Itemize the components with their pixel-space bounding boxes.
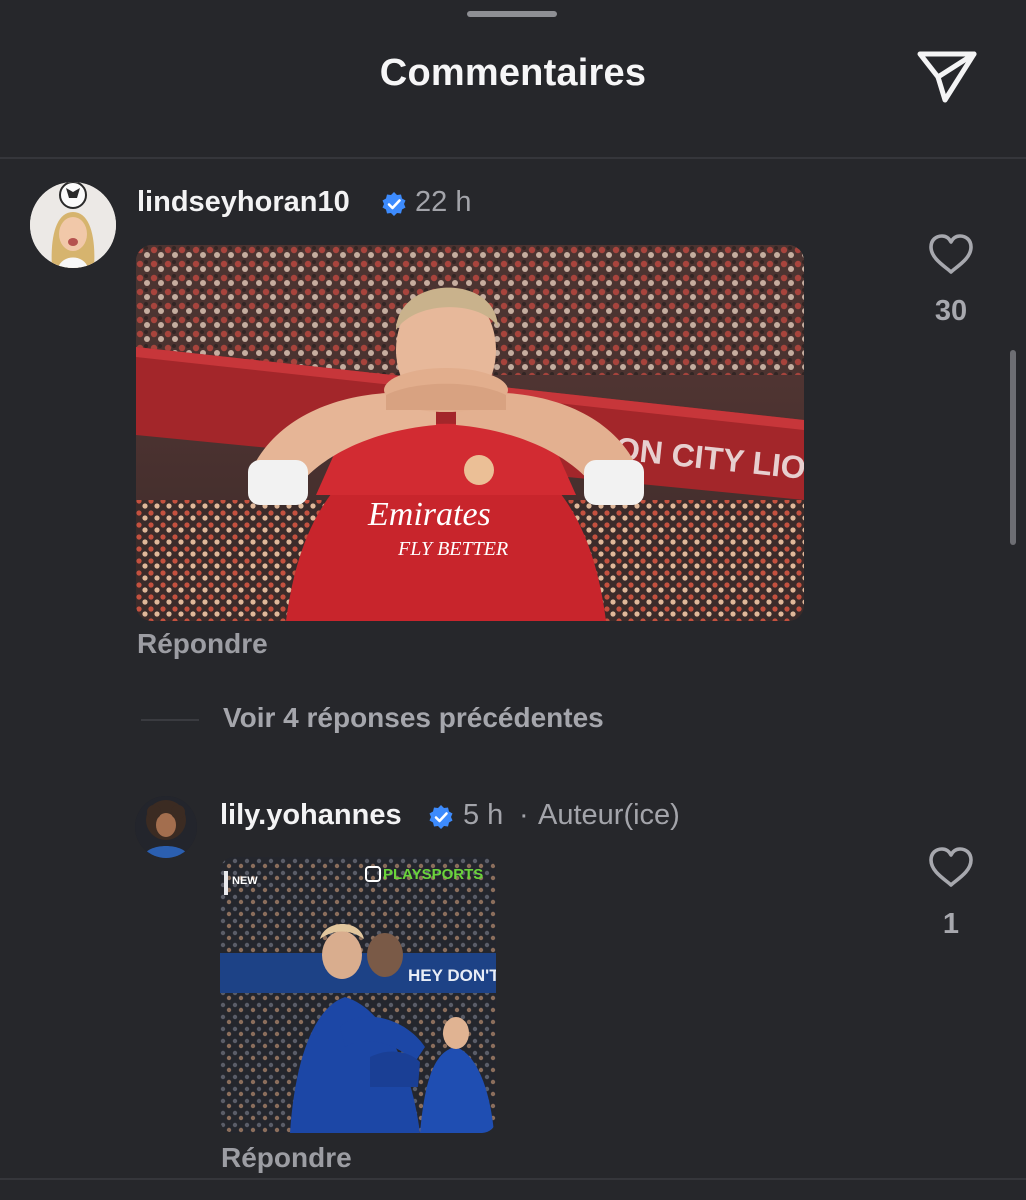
jersey-sponsor: Emirates — [367, 496, 491, 533]
heart-outline-icon — [929, 234, 973, 274]
bottom-divider — [0, 1178, 1026, 1180]
header-divider — [0, 157, 1026, 159]
page-title: Commentaires — [379, 52, 647, 94]
verified-badge-icon — [429, 805, 453, 829]
jersey-tagline: FLY BETTER — [397, 538, 508, 560]
like-button[interactable] — [928, 233, 974, 275]
gif-image: ON CITY LION Emirates FLY BETTER — [136, 245, 804, 621]
thread-connector-line — [141, 719, 199, 721]
avatar-image — [135, 796, 197, 858]
comment-gif-arsenal[interactable]: ON CITY LION Emirates FLY BETTER — [136, 245, 804, 621]
like-count: 1 — [942, 908, 960, 940]
verified-badge-icon — [382, 192, 406, 216]
avatar-lindseyhoran10[interactable] — [30, 182, 116, 268]
meta-separator: · — [519, 799, 529, 831]
heart-outline-icon — [929, 847, 973, 887]
comment-username[interactable]: lindseyhoran10 — [137, 186, 350, 219]
scrollbar-thumb[interactable] — [1010, 350, 1016, 545]
reply-button[interactable]: Répondre — [137, 628, 268, 660]
share-button[interactable] — [914, 44, 980, 106]
broadcaster-logo: PLAYSPORTS — [383, 866, 483, 883]
reply-username[interactable]: lily.yohannes — [220, 799, 402, 832]
reply-timestamp: 5 h — [463, 799, 504, 831]
sheet-grabber-handle[interactable] — [467, 11, 557, 17]
reply-button[interactable]: Répondre — [221, 1142, 352, 1174]
avatar-image — [30, 182, 116, 268]
like-count: 30 — [934, 295, 968, 327]
stadium-banner-text: HEY DON'T — [408, 966, 496, 985]
gif-image: HEY DON'T NEW PLAYSPORTS — [220, 857, 496, 1133]
view-previous-replies-button[interactable]: Voir 4 réponses précédentes — [223, 702, 604, 734]
avatar-lily-yohannes[interactable] — [135, 796, 197, 858]
reply-gif-chelsea[interactable]: HEY DON'T NEW PLAYSPORTS — [220, 857, 496, 1133]
comments-sheet: Commentaires lindseyhoran10 22 h ON CITY… — [0, 0, 1026, 1200]
gif-corner-tag: NEW — [232, 875, 258, 887]
author-badge: Auteur(ice) — [538, 799, 680, 831]
like-button[interactable] — [928, 846, 974, 888]
comment-timestamp: 22 h — [415, 186, 472, 218]
send-paper-plane-icon — [917, 51, 977, 103]
